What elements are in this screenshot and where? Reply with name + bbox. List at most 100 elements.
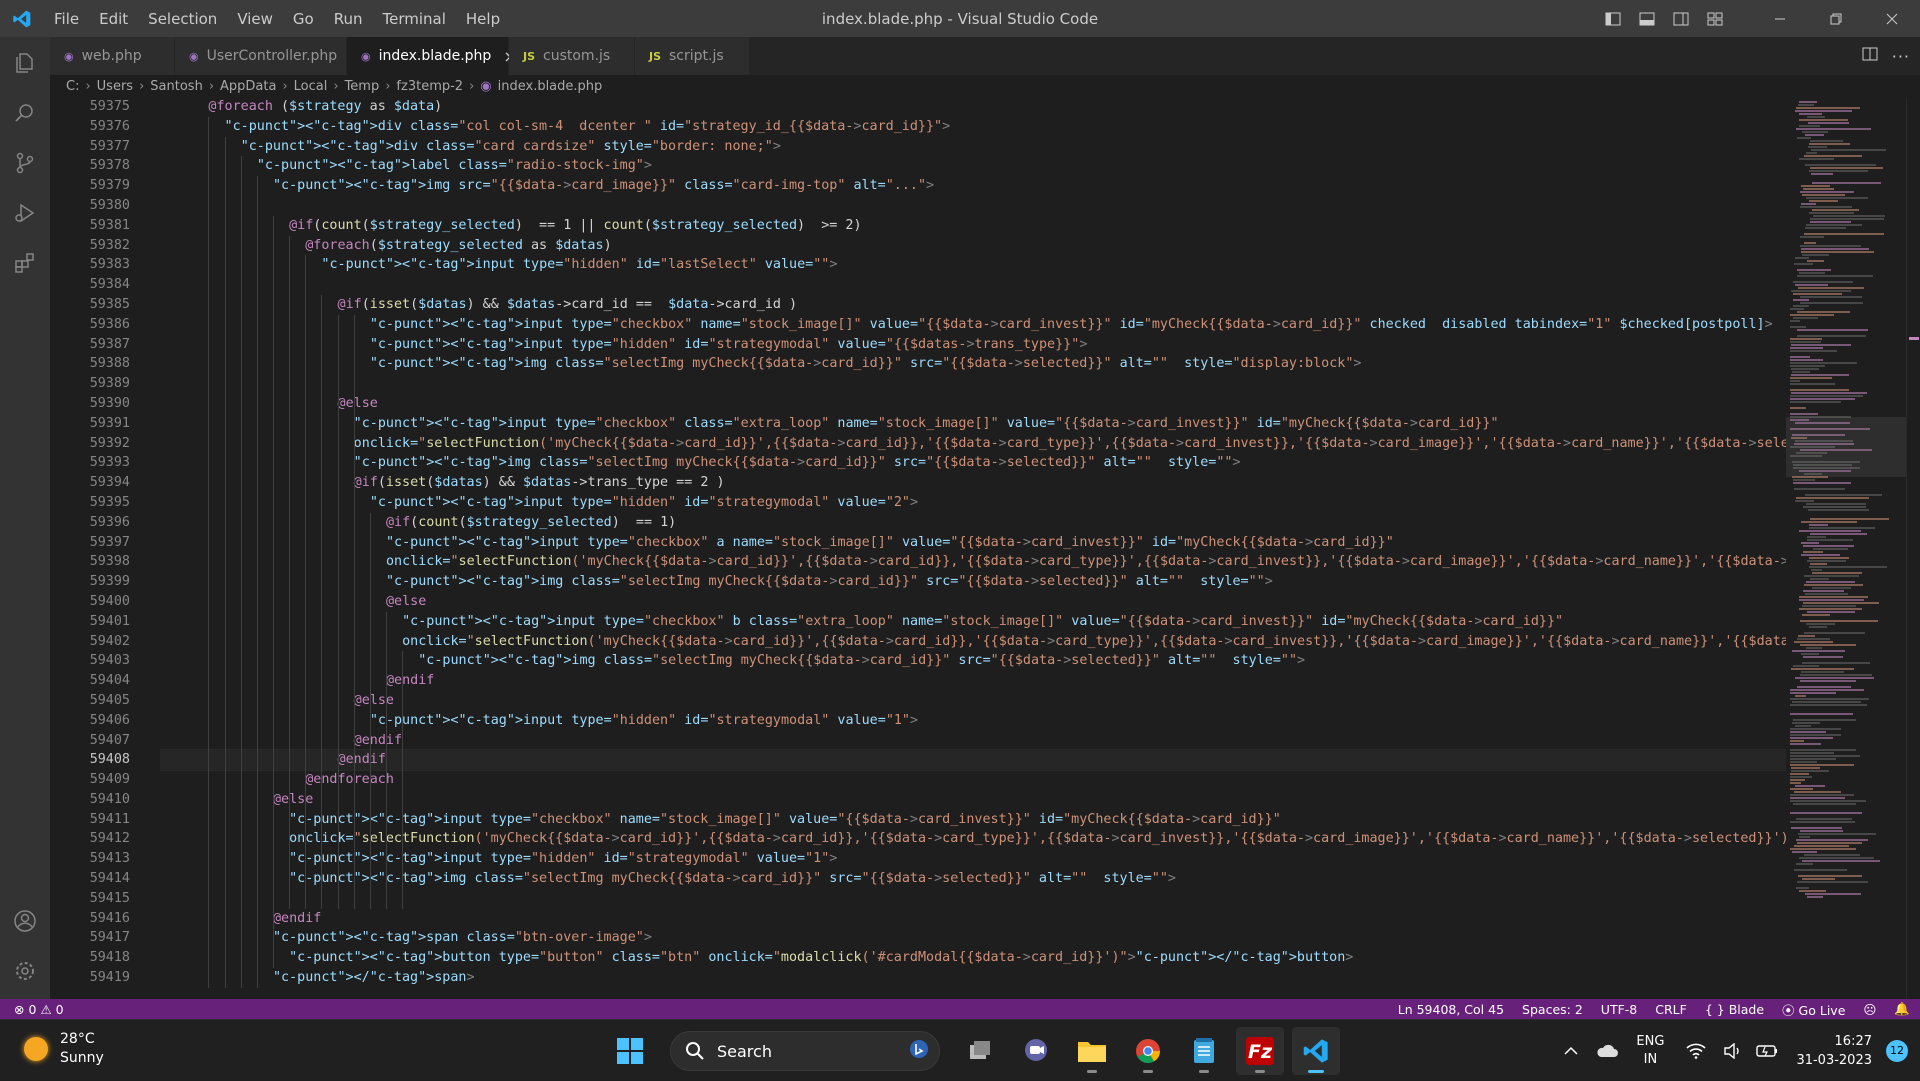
minimap-viewport[interactable] [1786, 417, 1906, 477]
tab-index-blade-php[interactable]: ◉ index.blade.php × [347, 37, 517, 75]
minimize-icon[interactable] [1752, 0, 1808, 37]
code-line[interactable]: onclick="selectFunction('myCheck{{$data-… [160, 552, 1786, 572]
code-line[interactable]: "c-punct"><"c-tag">div class="card cards… [160, 137, 1786, 157]
breadcrumb-item[interactable]: Temp [345, 79, 380, 94]
code-line[interactable]: @endif [160, 671, 1786, 691]
notepad-icon[interactable] [1180, 1027, 1228, 1075]
battery-icon[interactable] [1756, 1044, 1778, 1058]
chrome-icon[interactable] [1124, 1027, 1172, 1075]
tab-web-php[interactable]: ◉ web.php [50, 37, 175, 75]
code-line[interactable]: "c-punct"><"c-tag">input type="checkbox"… [160, 414, 1786, 434]
menu-view[interactable]: View [227, 5, 283, 33]
code-line[interactable]: @endif [160, 909, 1786, 929]
code-line[interactable]: @else [160, 691, 1786, 711]
notifications-bell-icon[interactable]: 🔔 [1894, 1001, 1910, 1017]
input-language[interactable]: ENG IN [1636, 1033, 1664, 1069]
menu-file[interactable]: File [44, 5, 89, 33]
code-line[interactable]: "c-punct"><"c-tag">input type="checkbox"… [160, 315, 1786, 335]
volume-icon[interactable] [1724, 1042, 1742, 1059]
more-actions-icon[interactable]: ··· [1892, 47, 1910, 66]
code-area[interactable]: @foreach ($strategy as $data) "c-punct"><… [160, 97, 1786, 988]
code-line[interactable]: @if(isset($datas) && $datas->card_id == … [160, 295, 1786, 315]
problems-indicator[interactable]: ⊗ 0 ⚠ 0 [0, 1002, 64, 1017]
clock[interactable]: 16:27 31-03-2023 [1796, 1032, 1872, 1070]
code-line[interactable]: @if(count($strategy_selected) == 1 || co… [160, 216, 1786, 236]
explorer-icon[interactable] [0, 39, 50, 87]
tab-custom-js[interactable]: JS custom.js [509, 37, 635, 75]
code-line[interactable] [160, 196, 1786, 216]
code-line[interactable]: "c-punct"><"c-tag">img class="selectImg … [160, 572, 1786, 592]
code-line[interactable]: "c-punct"><"c-tag">button type="button" … [160, 948, 1786, 968]
code-line[interactable]: "c-punct"><"c-tag">img class="selectImg … [160, 869, 1786, 889]
chevron-up-icon[interactable] [1564, 1046, 1578, 1056]
indentation[interactable]: Spaces: 2 [1522, 1002, 1583, 1017]
breadcrumb-item[interactable]: fz3temp-2 [396, 79, 463, 94]
code-line[interactable]: "c-punct"><"c-tag">label class="radio-st… [160, 156, 1786, 176]
menu-selection[interactable]: Selection [138, 5, 227, 33]
search-icon[interactable] [0, 89, 50, 137]
feedback-icon[interactable]: ☹ [1863, 1002, 1876, 1017]
breadcrumb-item[interactable]: Local [294, 79, 328, 94]
settings-gear-icon[interactable] [0, 947, 50, 995]
code-line[interactable]: "c-punct"><"c-tag">div class="col col-sm… [160, 117, 1786, 137]
code-line[interactable]: @if(count($strategy_selected) == 1) [160, 513, 1786, 533]
code-line[interactable]: "c-punct"></"c-tag">span> [160, 968, 1786, 988]
code-editor[interactable]: 59375 59376 59377 59378 59379 59380 59381 59382… [50, 97, 1786, 997]
code-line[interactable]: "c-punct"><"c-tag">input type="checkbox"… [160, 533, 1786, 553]
menu-run[interactable]: Run [324, 5, 373, 33]
code-line[interactable]: "c-punct"><"c-tag">input type="hidden" i… [160, 711, 1786, 731]
breadcrumb-item[interactable]: Users [97, 79, 133, 94]
code-line[interactable]: @endif [160, 749, 1786, 772]
code-line[interactable]: "c-punct"><"c-tag">span class="btn-over-… [160, 928, 1786, 948]
close-icon[interactable] [1864, 0, 1920, 37]
code-line[interactable]: @foreach($strategy_selected as $datas) [160, 236, 1786, 256]
accounts-icon[interactable] [0, 897, 50, 945]
run-debug-icon[interactable] [0, 189, 50, 237]
code-line[interactable]: @else [160, 394, 1786, 414]
toggle-panel-icon[interactable] [1630, 0, 1664, 37]
code-line[interactable] [160, 374, 1786, 394]
code-line[interactable] [160, 275, 1786, 295]
taskbar-search[interactable]: Search [670, 1031, 940, 1071]
tab-usercontroller-php[interactable]: ◉ UserController.php [175, 37, 347, 75]
breadcrumb-file[interactable]: index.blade.php [498, 79, 603, 94]
split-editor-icon[interactable] [1862, 46, 1878, 66]
teams-chat-icon[interactable] [1012, 1027, 1060, 1075]
task-view-icon[interactable] [956, 1027, 1004, 1075]
code-line[interactable]: "c-punct"><"c-tag">input type="hidden" i… [160, 849, 1786, 869]
menu-help[interactable]: Help [456, 5, 510, 33]
toggle-secondary-sidebar-icon[interactable] [1664, 0, 1698, 37]
breadcrumb-item[interactable]: AppData [220, 79, 276, 94]
wifi-icon[interactable] [1686, 1043, 1706, 1059]
menu-go[interactable]: Go [283, 5, 324, 33]
code-line[interactable]: @if(isset($datas) && $datas->trans_type … [160, 473, 1786, 493]
code-line[interactable]: @else [160, 592, 1786, 612]
code-line[interactable]: "c-punct"><"c-tag">img class="selectImg … [160, 651, 1786, 671]
editor-scrollbar[interactable] [1906, 97, 1920, 999]
menu-edit[interactable]: Edit [89, 5, 138, 33]
code-line[interactable]: "c-punct"><"c-tag">img class="selectImg … [160, 453, 1786, 473]
line-ending[interactable]: CRLF [1655, 1002, 1687, 1017]
code-line[interactable]: "c-punct"><"c-tag">input type="hidden" i… [160, 493, 1786, 513]
file-explorer-icon[interactable] [1068, 1027, 1116, 1075]
minimap[interactable] [1786, 97, 1906, 999]
breadcrumb-item[interactable]: Santosh [150, 79, 203, 94]
source-control-icon[interactable] [0, 139, 50, 187]
vscode-taskbar-icon[interactable] [1292, 1027, 1340, 1075]
customize-layout-icon[interactable] [1698, 0, 1732, 37]
code-line[interactable]: @endforeach [160, 770, 1786, 790]
encoding[interactable]: UTF-8 [1601, 1002, 1637, 1017]
go-live-button[interactable]: ⦿ Go Live [1782, 1000, 1845, 1019]
cursor-position[interactable]: Ln 59408, Col 45 [1398, 1002, 1504, 1017]
onedrive-cloud-icon[interactable] [1596, 1044, 1619, 1058]
code-line[interactable]: "c-punct"><"c-tag">img class="selectImg … [160, 354, 1786, 374]
code-line[interactable]: "c-punct"><"c-tag">input type="hidden" i… [160, 335, 1786, 355]
code-line[interactable]: "c-punct"><"c-tag">input type="hidden" i… [160, 255, 1786, 275]
code-line[interactable]: onclick="selectFunction('myCheck{{$data-… [160, 434, 1786, 454]
restore-icon[interactable] [1808, 0, 1864, 37]
code-line[interactable]: onclick="selectFunction('myCheck{{$data-… [160, 632, 1786, 652]
code-line[interactable]: @foreach ($strategy as $data) [160, 97, 1786, 117]
start-button[interactable] [606, 1027, 654, 1075]
code-line[interactable] [160, 889, 1786, 909]
notification-badge[interactable]: 12 [1886, 1039, 1908, 1062]
